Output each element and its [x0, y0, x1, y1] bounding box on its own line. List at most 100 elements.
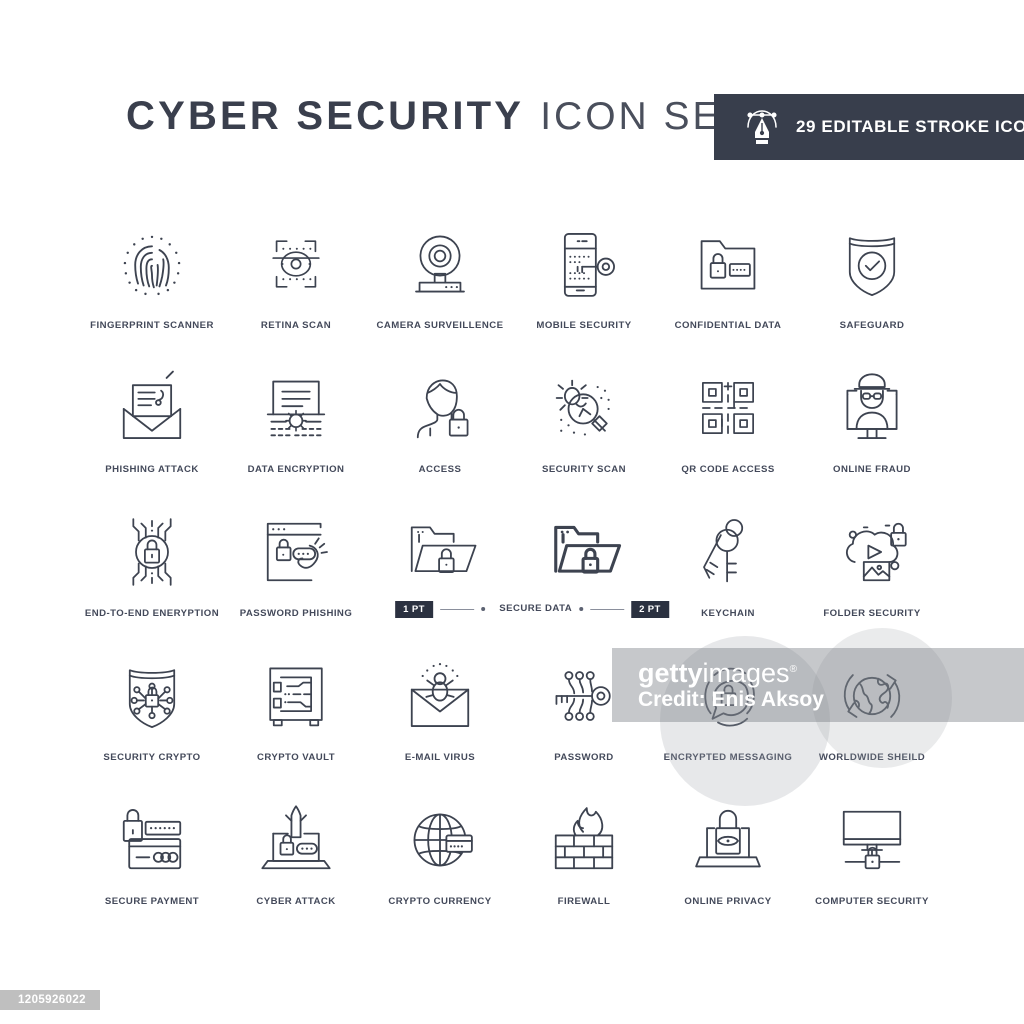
password-key-icon: [534, 650, 634, 742]
firewall-icon: [534, 794, 634, 886]
icon-label: SECURE PAYMENT: [104, 896, 200, 907]
icon-grid: FINGERPRINT SCANNER RETINA SCAN CAMERA S…: [80, 210, 944, 930]
icon-label: SECURITY CRYPTO: [103, 752, 201, 763]
icon-label: PASSWORD PHISHING: [239, 608, 353, 619]
icon-cell-password[interactable]: PASSWORD: [512, 642, 656, 786]
confidential-folder-icon: [678, 218, 778, 310]
worldwide-shield-icon: [822, 650, 922, 742]
icon-cell-data-encryption[interactable]: DATA ENCRYPTION: [224, 354, 368, 498]
security-crypto-shield-icon: [102, 650, 202, 742]
icon-cell-computer-security[interactable]: COMPUTER SECURITY: [800, 786, 944, 930]
icon-label: KEYCHAIN: [701, 608, 755, 619]
icon-label: RETINA SCAN: [260, 320, 332, 331]
editable-stroke-badge: 29 EDITABLE STROKE ICONS: [714, 94, 1024, 160]
icon-cell-firewall[interactable]: FIREWALL: [512, 786, 656, 930]
icon-label: ONLINE FRAUD: [833, 464, 911, 475]
pen-nib-icon: [742, 106, 782, 148]
icon-cell-end-to-end-encryption[interactable]: END-TO-END ENERYPTION: [80, 498, 224, 642]
icon-cell-keychain[interactable]: KEYCHAIN: [656, 498, 800, 642]
asset-id-badge: 1205926022: [0, 990, 100, 1010]
secure-payment-icon: [102, 794, 202, 886]
icon-cell-email-virus[interactable]: E-MAIL VIRUS: [368, 642, 512, 786]
icon-label: CRYPTO VAULT: [256, 752, 336, 763]
crypto-currency-icon: [390, 794, 490, 886]
icon-cell-phishing-attack[interactable]: PHISHING ATTACK: [80, 354, 224, 498]
icon-set-page: CYBER SECURITY ICON SET 29 EDITABLE STRO…: [0, 0, 1024, 1024]
page-title: CYBER SECURITY ICON SET: [126, 96, 748, 136]
pt-marker-group-left: 1 PT: [395, 601, 485, 618]
password-phishing-icon: [246, 506, 346, 598]
icon-cell-online-privacy[interactable]: ONLINE PRIVACY: [656, 786, 800, 930]
icon-label: DATA ENCRYPTION: [247, 464, 345, 475]
qr-code-icon: [678, 362, 778, 454]
icon-label: CYBER ATTACK: [256, 896, 336, 907]
icon-cell-access[interactable]: ACCESS: [368, 354, 512, 498]
retina-scan-icon: [246, 218, 346, 310]
secure-folder-icon: [390, 506, 490, 598]
computer-security-icon: [822, 794, 922, 886]
icon-cell-retina-scan[interactable]: RETINA SCAN: [224, 210, 368, 354]
icon-cell-secure-data-1pt[interactable]: 1 PT: [368, 498, 512, 642]
icon-cell-mobile-security[interactable]: MOBILE SECURITY: [512, 210, 656, 354]
pt-connector-line: [590, 608, 625, 610]
page-header: CYBER SECURITY ICON SET 29 EDITABLE STRO…: [0, 0, 1024, 180]
icon-cell-qr-code-access[interactable]: QR CODE ACCESS: [656, 354, 800, 498]
icon-label: SECURITY SCAN: [541, 464, 627, 475]
encrypted-messaging-icon: [678, 650, 778, 742]
icon-label: MOBILE SECURITY: [536, 320, 632, 331]
icon-cell-cyber-attack[interactable]: CYBER ATTACK: [224, 786, 368, 930]
icon-label: END-TO-END ENERYPTION: [84, 608, 220, 619]
badge-label: 29 EDITABLE STROKE ICONS: [796, 117, 1024, 136]
icon-label: PASSWORD: [554, 752, 614, 763]
icon-cell-fingerprint-scanner[interactable]: FINGERPRINT SCANNER: [80, 210, 224, 354]
cyber-attack-icon: [246, 794, 346, 886]
crypto-vault-icon: [246, 650, 346, 742]
pt-connector-dot: [579, 607, 584, 612]
security-scan-icon: [534, 362, 634, 454]
icon-cell-security-crypto[interactable]: SECURITY CRYPTO: [80, 642, 224, 786]
pt-connector-line: [439, 608, 474, 610]
title-main: CYBER SECURITY: [126, 94, 525, 138]
icon-cell-secure-payment[interactable]: SECURE PAYMENT: [80, 786, 224, 930]
icon-cell-online-fraud[interactable]: ONLINE FRAUD: [800, 354, 944, 498]
pt-marker-group-right: SECURE DATA 2 PT: [499, 601, 669, 618]
icon-cell-camera-surveillence[interactable]: CAMERA SURVEILLENCE: [368, 210, 512, 354]
camera-surveillance-icon: [390, 218, 490, 310]
email-virus-icon: [390, 650, 490, 742]
icon-cell-folder-security[interactable]: FOLDER SECURITY: [800, 498, 944, 642]
icon-cell-worldwide-shield[interactable]: WORLDWIDE SHEILD: [800, 642, 944, 786]
pt-badge-1pt: 1 PT: [395, 601, 433, 618]
icon-label: CRYPTO CURRENCY: [388, 896, 492, 907]
icon-cell-confidential-data[interactable]: CONFIDENTIAL DATA: [656, 210, 800, 354]
shield-check-icon: [822, 218, 922, 310]
icon-cell-security-scan[interactable]: SECURITY SCAN: [512, 354, 656, 498]
icon-label: SECURE DATA: [499, 603, 573, 615]
mobile-security-icon: [534, 218, 634, 310]
icon-label: CONFIDENTIAL DATA: [674, 320, 782, 331]
icon-cell-encrypted-messaging[interactable]: ENCRYPTED MESSAGING: [656, 642, 800, 786]
icon-label: FOLDER SECURITY: [823, 608, 921, 619]
icon-cell-secure-data-2pt[interactable]: SECURE DATA 2 PT: [499, 498, 669, 642]
online-privacy-icon: [678, 794, 778, 886]
icon-label: ACCESS: [418, 464, 462, 475]
keychain-icon: [678, 506, 778, 598]
icon-label: FINGERPRINT SCANNER: [90, 320, 214, 331]
online-fraud-icon: [822, 362, 922, 454]
phishing-envelope-icon: [102, 362, 202, 454]
end-to-end-encryption-icon: [102, 506, 202, 598]
icon-label: ENCRYPTED MESSAGING: [663, 752, 793, 763]
icon-label: SAFEGUARD: [839, 320, 905, 331]
icon-label: QR CODE ACCESS: [681, 464, 775, 475]
icon-label: COMPUTER SECURITY: [815, 896, 929, 907]
icon-cell-crypto-vault[interactable]: CRYPTO VAULT: [224, 642, 368, 786]
user-access-lock-icon: [390, 362, 490, 454]
cloud-folder-security-icon: [822, 506, 922, 598]
data-encryption-icon: [246, 362, 346, 454]
icon-cell-crypto-currency[interactable]: CRYPTO CURRENCY: [368, 786, 512, 930]
icon-cell-safeguard[interactable]: SAFEGUARD: [800, 210, 944, 354]
icon-label: FIREWALL: [557, 896, 611, 907]
icon-label: ONLINE PRIVACY: [684, 896, 772, 907]
icon-cell-password-phishing[interactable]: PASSWORD PHISHING: [224, 498, 368, 642]
icon-label: PHISHING ATTACK: [105, 464, 199, 475]
icon-label: CAMERA SURVEILLENCE: [376, 320, 504, 331]
